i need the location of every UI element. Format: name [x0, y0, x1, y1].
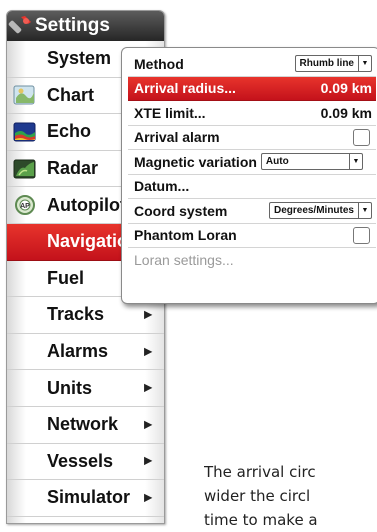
- arrival-alarm-checkbox[interactable]: [353, 128, 370, 146]
- phantom-loran-label: Phantom Loran: [134, 227, 237, 244]
- method-value: Rhumb line: [299, 58, 354, 70]
- datum-label: Datum...: [134, 178, 190, 195]
- coord-system-label: Coord system: [134, 202, 228, 219]
- arrival-alarm-row: Arrival alarm: [128, 126, 376, 150]
- menu-item-units[interactable]: Units ▶: [7, 370, 164, 407]
- phantom-loran-row: Phantom Loran: [128, 224, 376, 248]
- menu-item-network[interactable]: Network ▶: [7, 407, 164, 444]
- xte-limit-value: 0.09 km: [320, 104, 372, 121]
- magnetic-variation-dropdown[interactable]: Auto ▼: [260, 153, 363, 171]
- submenu-arrow-icon: ▶: [144, 455, 152, 467]
- autopilot-icon: AP: [7, 187, 43, 223]
- body-line: time to make a: [204, 511, 318, 529]
- arrival-radius-row[interactable]: Arrival radius... 0.09 km: [128, 76, 376, 101]
- settings-title: Settings: [35, 15, 110, 36]
- chevron-down-icon: ▼: [358, 203, 371, 219]
- submenu-arrow-icon: ▶: [144, 309, 152, 321]
- chevron-down-icon: ▼: [358, 56, 371, 72]
- settings-header: Settings: [7, 11, 164, 41]
- method-label: Method: [134, 55, 184, 72]
- submenu-arrow-icon: ▶: [144, 419, 152, 431]
- loran-settings-row: Loran settings...: [128, 248, 376, 273]
- method-row: Method Rhumb line ▼: [128, 52, 376, 77]
- wrench-icon: [7, 11, 35, 41]
- arrival-radius-label: Arrival radius...: [134, 80, 236, 97]
- svg-text:AP: AP: [20, 203, 30, 210]
- xte-limit-label: XTE limit...: [134, 104, 206, 121]
- loran-settings-label: Loran settings...: [134, 252, 234, 269]
- radar-icon: [7, 151, 43, 187]
- method-dropdown[interactable]: Rhumb line ▼: [294, 55, 372, 73]
- echo-icon: [7, 114, 43, 150]
- arrival-radius-value: 0.09 km: [320, 80, 372, 97]
- arrival-alarm-label: Arrival alarm: [134, 129, 220, 146]
- menu-item-vessels[interactable]: Vessels ▶: [7, 444, 164, 481]
- coord-system-row: Coord system Degrees/Minutes ▼: [128, 199, 376, 224]
- chevron-down-icon: ▼: [348, 154, 362, 170]
- magnetic-variation-value: Auto: [265, 156, 289, 168]
- body-line: wider the circl: [204, 487, 311, 505]
- magnetic-variation-row: Magnetic variation Auto ▼: [128, 150, 376, 175]
- body-line: The arrival circ: [204, 463, 316, 481]
- menu-item-alarms[interactable]: Alarms ▶: [7, 334, 164, 371]
- xte-limit-row[interactable]: XTE limit... 0.09 km: [128, 101, 376, 126]
- menu-item-simulator[interactable]: Simulator ▶: [7, 480, 164, 517]
- submenu-arrow-icon: ▶: [144, 492, 152, 504]
- chart-icon: [7, 78, 43, 114]
- phantom-loran-checkbox[interactable]: [353, 226, 370, 244]
- datum-row[interactable]: Datum...: [128, 175, 376, 199]
- coord-system-value: Degrees/Minutes: [273, 205, 354, 217]
- coord-system-dropdown[interactable]: Degrees/Minutes ▼: [268, 202, 372, 220]
- body-paragraph: The arrival circ wider the circl time to…: [204, 460, 377, 532]
- magnetic-variation-label: Magnetic variation: [134, 153, 257, 170]
- submenu-arrow-icon: ▶: [144, 346, 152, 358]
- navigation-settings-panel: Method Rhumb line ▼ Arrival radius... 0.…: [121, 47, 377, 304]
- submenu-arrow-icon: ▶: [144, 382, 152, 394]
